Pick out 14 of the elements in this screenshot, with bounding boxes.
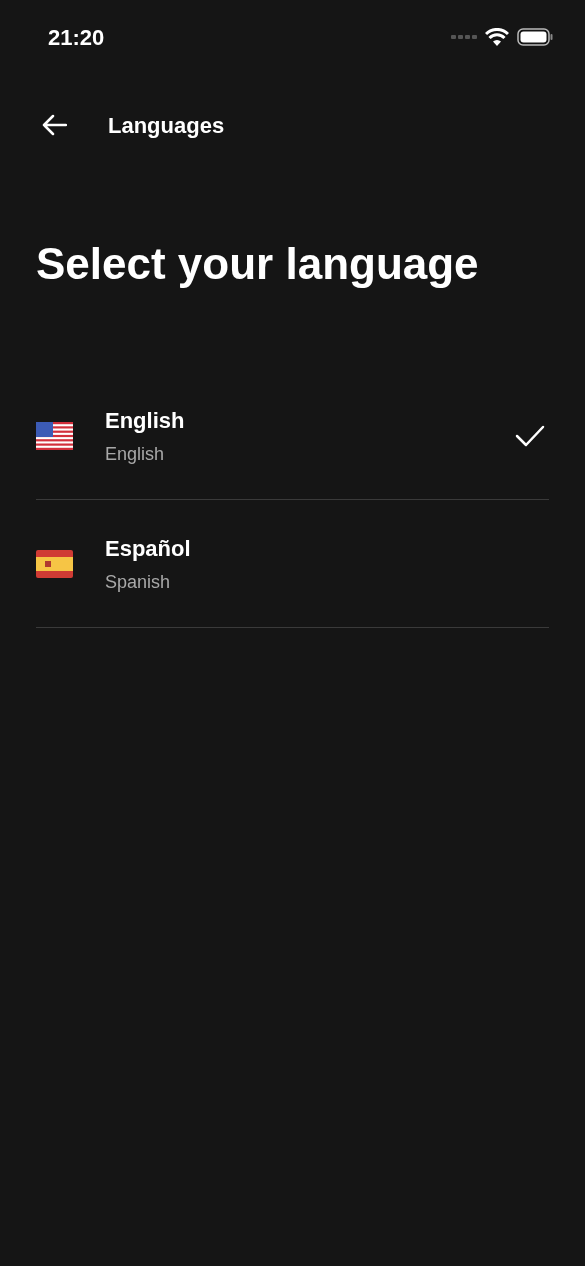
us-flag-icon [36,421,73,450]
spain-flag-icon [36,549,73,578]
page-heading: Select your language [36,238,480,290]
screen-title: Languages [108,111,225,140]
language-name: Español [105,534,192,563]
status-time: 21:20 [48,23,105,52]
language-subtitle: English [105,442,166,466]
battery-icon [517,28,553,46]
wifi-icon [485,28,509,46]
signal-icon [451,34,477,40]
language-name: English [105,406,186,435]
language-row[interactable]: Español Spanish [36,500,549,628]
back-arrow-icon [41,114,67,136]
language-subtitle: Spanish [105,570,172,594]
